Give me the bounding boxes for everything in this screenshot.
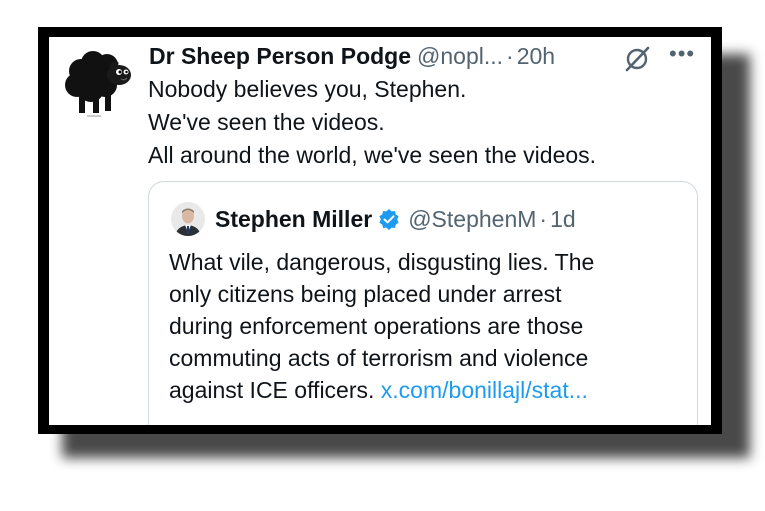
quoted-line: during enforcement operations are those: [169, 313, 584, 339]
author-name[interactable]: Dr Sheep Person Podge: [149, 43, 411, 70]
black-sheep-avatar-icon[interactable]: [59, 41, 139, 123]
quoted-header: Stephen Miller @StephenM · 1d: [215, 200, 576, 238]
quoted-tweet[interactable]: Stephen Miller @StephenM · 1d What vile,…: [148, 181, 698, 425]
quoted-link[interactable]: x.com/bonillajl/stat...: [381, 377, 588, 403]
tweet-line: We've seen the videos.: [148, 109, 385, 135]
tweet-line: All around the world, we've seen the vid…: [148, 142, 597, 168]
more-icon[interactable]: •••: [669, 41, 695, 67]
grok-icon[interactable]: [623, 45, 651, 73]
quoted-line: commuting acts of terrorism and violence: [169, 345, 589, 371]
quoted-text: What vile, dangerous, disgusting lies. T…: [169, 246, 689, 406]
separator-dot: ·: [539, 205, 548, 232]
quoted-handle[interactable]: @StephenM: [408, 206, 536, 233]
quoted-line: against ICE officers.: [169, 377, 375, 403]
verified-badge-icon: [379, 209, 399, 230]
tweet-text: Nobody believes you, Stephen. We've seen…: [148, 73, 688, 172]
separator-dot: ·: [506, 42, 514, 69]
author-handle[interactable]: @nopl...: [417, 43, 503, 70]
quoted-timestamp[interactable]: 1d: [550, 206, 576, 233]
quoted-avatar[interactable]: [171, 202, 205, 236]
quoted-line: What vile, dangerous, disgusting lies. T…: [169, 249, 595, 275]
quoted-line: only citizens being placed under arrest: [169, 281, 562, 307]
tweet-line: Nobody believes you, Stephen.: [148, 76, 467, 102]
tweet-header: Dr Sheep Person Podge @nopl... · 20h: [149, 39, 555, 73]
timestamp[interactable]: 20h: [517, 43, 555, 70]
quoted-line-last: against ICE officers. x.com/bonillajl/st…: [169, 374, 689, 406]
quoted-author-name[interactable]: Stephen Miller: [215, 206, 372, 233]
tweet-card[interactable]: Dr Sheep Person Podge @nopl... · 20h •••…: [49, 37, 711, 425]
